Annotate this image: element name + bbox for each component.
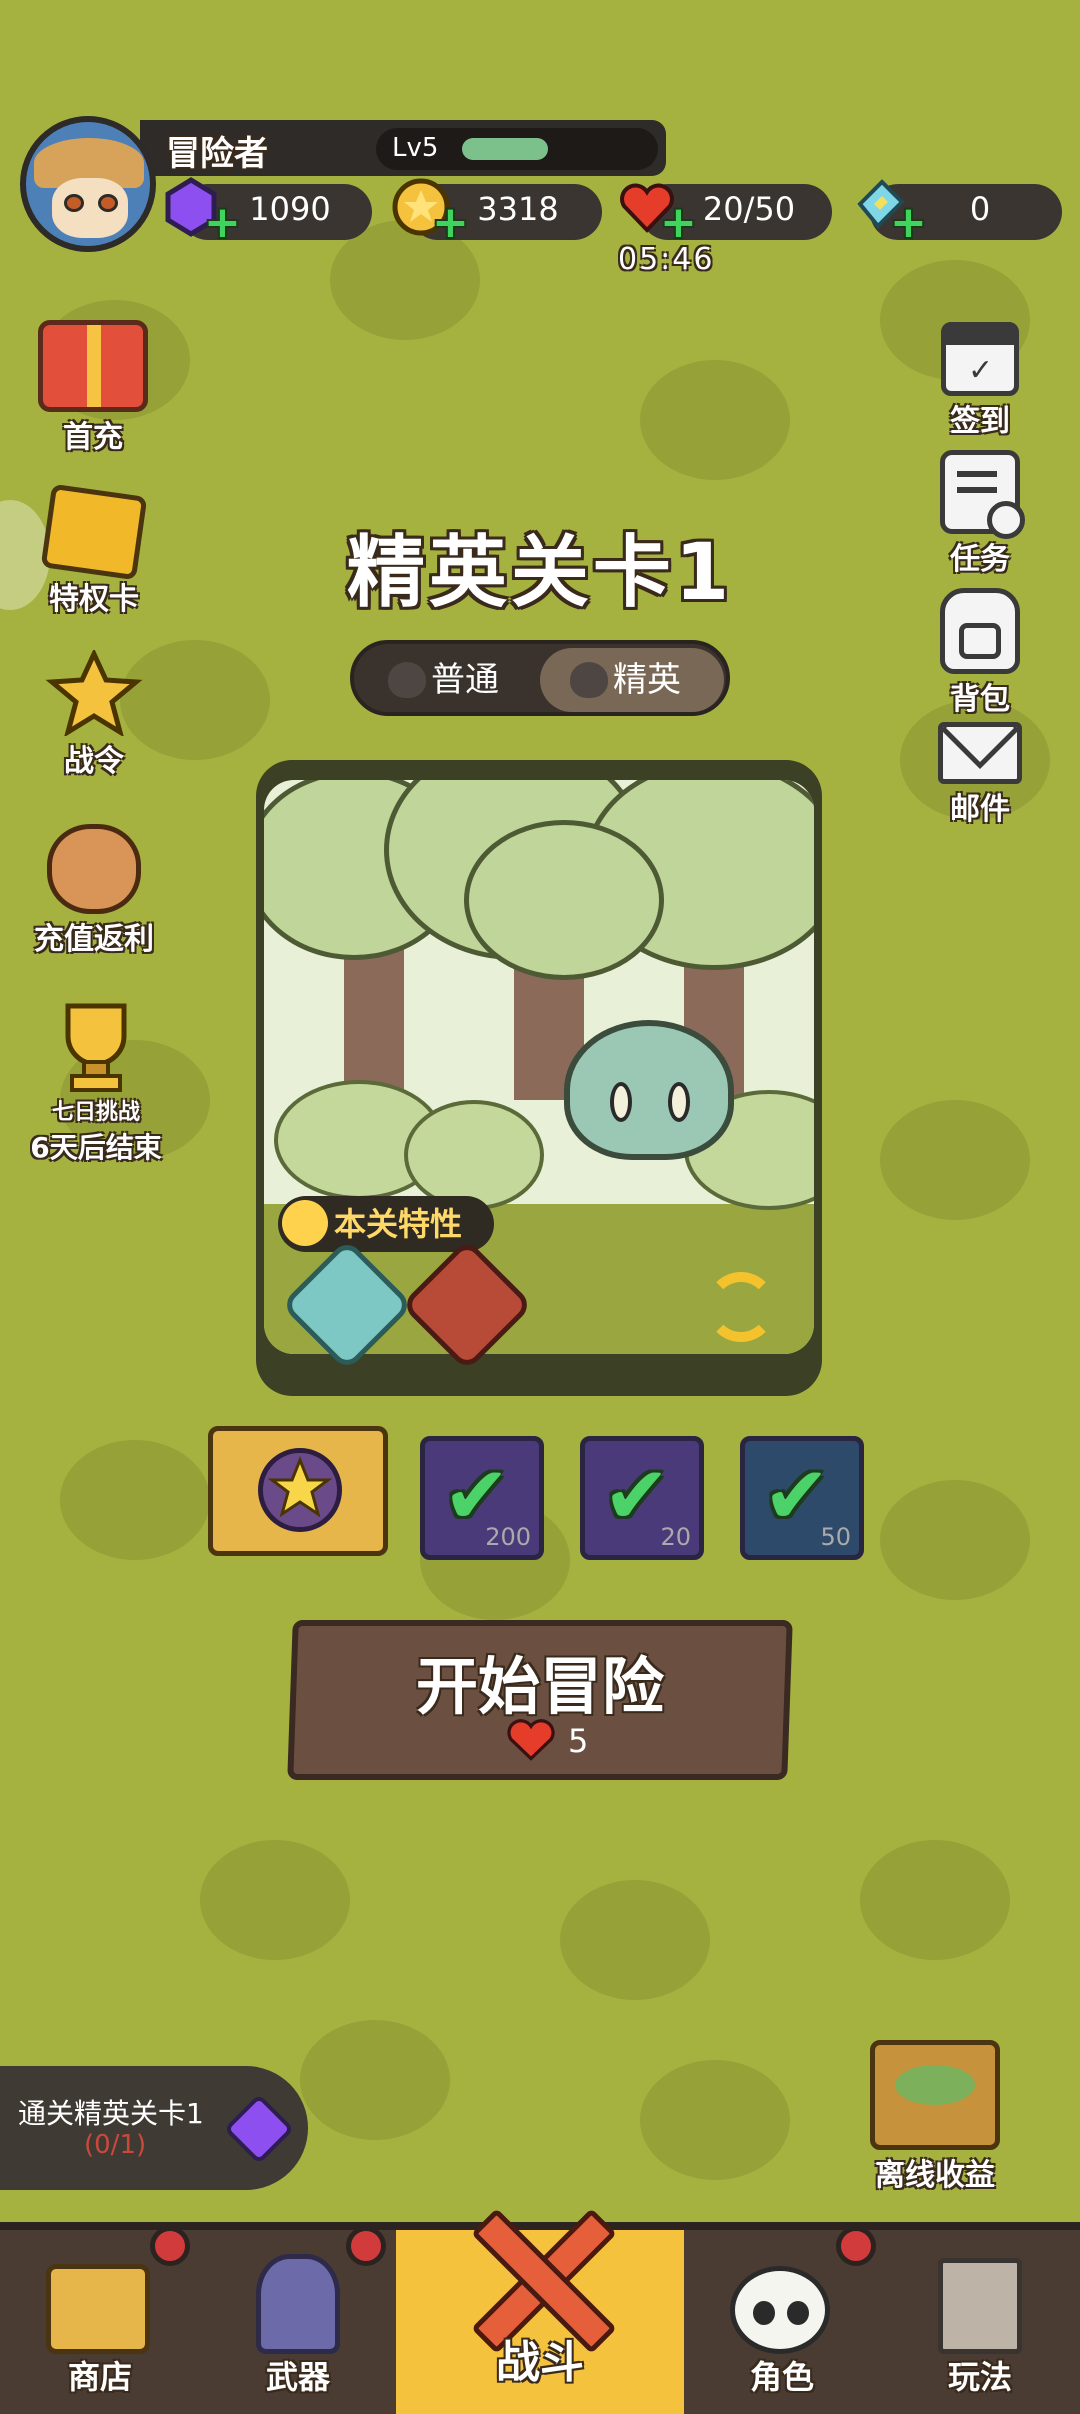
nav-character-label: 角色 <box>749 2358 814 2396</box>
battle-pass-label: 战令 <box>64 744 124 779</box>
envelope-icon <box>938 722 1022 784</box>
mode-normal-tab[interactable]: 普通 <box>358 648 542 712</box>
refresh-icon[interactable] <box>706 1272 776 1342</box>
shop-chest-icon <box>46 2264 150 2354</box>
rebate-icon <box>47 824 141 914</box>
add-stamina-icon[interactable]: + <box>660 201 697 245</box>
player-avatar[interactable] <box>20 116 156 252</box>
character-notification-dot <box>836 2226 876 2266</box>
nav-gameplay[interactable]: 玩法 <box>880 2230 1080 2414</box>
nav-battle[interactable]: 战斗 <box>396 2208 684 2414</box>
weapon-icon <box>256 2254 340 2354</box>
start-cost: 5 <box>568 1722 589 1760</box>
add-gems-icon[interactable]: + <box>204 201 241 245</box>
mail-label: 邮件 <box>950 792 1010 827</box>
shop-notification-dot <box>150 2226 190 2266</box>
ticket-count: 0 <box>969 190 991 228</box>
battle-pass-button[interactable]: 战令 <box>26 648 162 780</box>
reward-qty: 20 <box>660 1523 691 1551</box>
coin-count: 3318 <box>477 190 559 228</box>
reward-qty: 50 <box>820 1523 851 1551</box>
slime-enemy <box>564 1020 734 1160</box>
mode-elite-label: 精英 <box>613 660 681 700</box>
reward-chest-icon[interactable] <box>208 1416 388 1562</box>
stage-title: 精英关卡1 <box>346 528 734 618</box>
monster-head-icon <box>388 662 426 698</box>
star-badge-icon <box>44 648 144 738</box>
elite-monster-icon <box>570 662 608 698</box>
player-name: 冒险者 <box>166 134 268 174</box>
add-coins-icon[interactable]: + <box>432 201 469 245</box>
mode-normal-label: 普通 <box>431 660 499 700</box>
castle-tower-icon <box>938 2258 1022 2354</box>
add-tickets-icon[interactable]: + <box>890 201 927 245</box>
reward-slot-ore[interactable]: ✔ 20 <box>580 1436 704 1560</box>
trophy-icon <box>46 996 146 1094</box>
reward-slot-gems[interactable]: ✔ 200 <box>420 1436 544 1560</box>
checkin-button[interactable]: ✓ 签到 <box>930 322 1030 440</box>
heart-icon <box>506 1718 556 1762</box>
stamina-count: 20/50 <box>702 190 796 228</box>
mail-button[interactable]: 邮件 <box>930 722 1030 828</box>
quest-title: 通关精英关卡1 <box>18 2097 204 2130</box>
backpack-label: 背包 <box>950 682 1010 717</box>
reward-qty: 200 <box>485 1523 531 1551</box>
seven-day-label: 七日挑战 <box>51 1100 140 1125</box>
recharge-rebate-label: 充值返利 <box>34 922 154 957</box>
gift-box-icon <box>38 320 148 412</box>
start-adventure-label: 开始冒险 <box>415 1650 664 1723</box>
checkin-label: 签到 <box>950 404 1010 439</box>
reward-slot-scroll[interactable]: ✔ 50 <box>740 1436 864 1560</box>
quest-progress: (0/1) <box>84 2130 147 2160</box>
first-recharge-label: 首充 <box>63 420 123 455</box>
treasure-chest-icon <box>870 2040 1000 2150</box>
seven-day-challenge-button[interactable]: 七日挑战 6天后结束 <box>8 996 184 1166</box>
offline-income-label: 离线收益 <box>875 2158 995 2193</box>
offline-income-button[interactable]: 离线收益 <box>870 2040 1000 2194</box>
recharge-rebate-button[interactable]: 充值返利 <box>14 824 174 958</box>
mode-toggle: 普通 精英 <box>350 640 730 716</box>
features-paw-icon <box>282 1200 328 1246</box>
player-level: Lv5 <box>392 133 439 163</box>
level-progress-fill <box>462 138 548 160</box>
weapon-notification-dot <box>346 2226 386 2266</box>
nav-shop-label: 商店 <box>67 2358 132 2396</box>
seven-day-end-label: 6天后结束 <box>30 1131 162 1164</box>
nav-battle-label: 战斗 <box>496 2337 584 2388</box>
gem-count: 1090 <box>249 190 331 228</box>
panda-icon <box>730 2266 830 2354</box>
stamina-timer: 05:46 <box>618 242 715 277</box>
calendar-icon: ✓ <box>941 322 1019 396</box>
first-recharge-button[interactable]: 首充 <box>28 320 158 456</box>
mode-elite-tab[interactable]: 精英 <box>540 648 724 712</box>
nav-gameplay-label: 玩法 <box>947 2358 1012 2396</box>
nav-weapon-label: 武器 <box>265 2358 330 2396</box>
